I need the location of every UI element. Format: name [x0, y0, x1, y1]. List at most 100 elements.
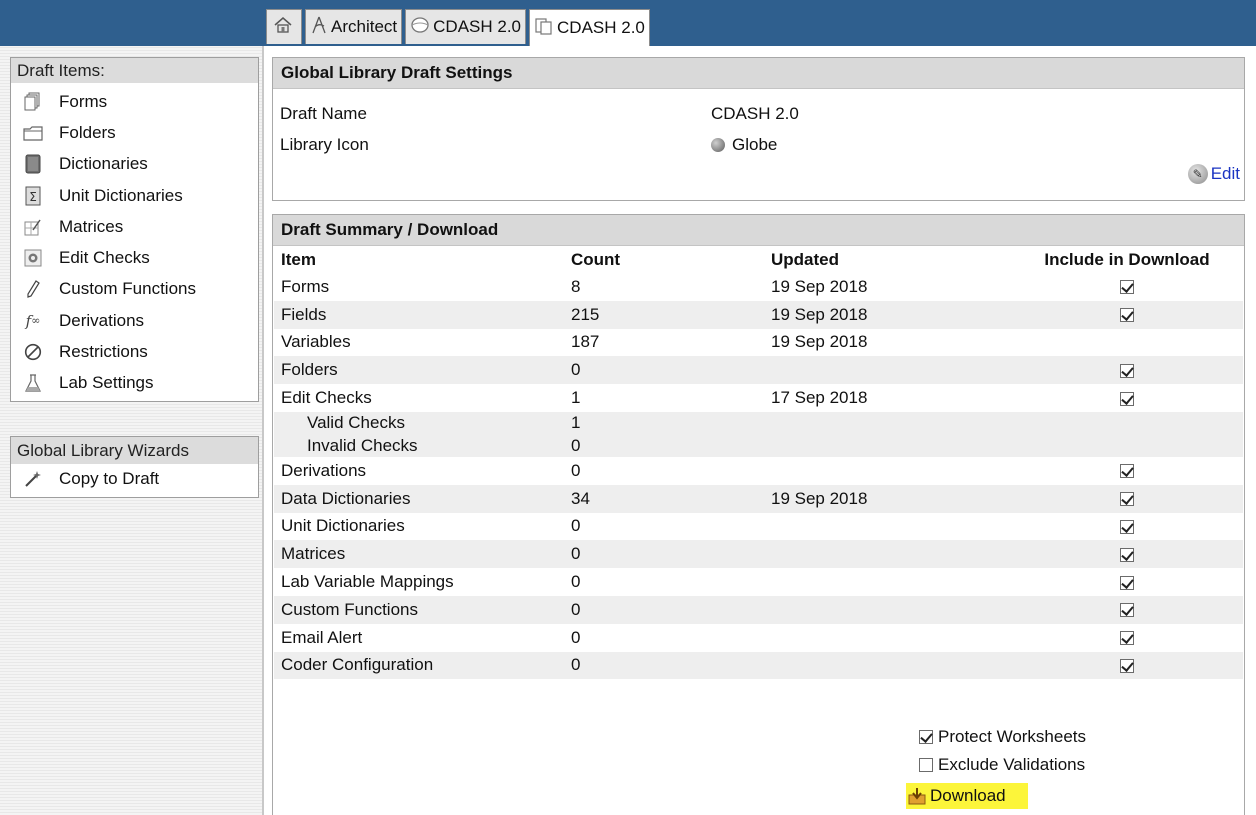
- draft-name-value: CDASH 2.0: [711, 104, 799, 123]
- tab-architect-label: Architect: [331, 17, 398, 36]
- sidebar-item-unit-dictionaries[interactable]: Σ Unit Dictionaries: [11, 180, 258, 211]
- table-cell-updated: [764, 651, 1011, 680]
- table-cell-item: Email Alert: [281, 627, 363, 647]
- function-icon: f ∞: [25, 311, 41, 330]
- svg-text:Σ: Σ: [29, 190, 37, 204]
- include-checkbox[interactable]: [1120, 547, 1134, 562]
- sidebar-item-custom-functions[interactable]: Custom Functions: [11, 274, 258, 305]
- include-checkbox[interactable]: [1120, 575, 1134, 590]
- tab-strip: Architect CDASH 2.0 CDASH 2.0: [266, 9, 653, 46]
- table-cell-count: 0: [564, 356, 764, 385]
- table-cell-count: 0: [571, 627, 581, 647]
- include-checkbox[interactable]: [1120, 363, 1134, 378]
- table-cell-item: Custom Functions: [274, 595, 564, 624]
- exclude-validations-checkbox[interactable]: [919, 758, 933, 772]
- table-row: Folders 0: [274, 356, 1243, 385]
- edit-settings-link[interactable]: ✎ Edit: [1187, 164, 1240, 184]
- library-icon-label: Library Icon: [280, 135, 369, 154]
- table-cell-include: [1011, 300, 1243, 329]
- table-cell-item: Invalid Checks: [274, 434, 564, 457]
- include-checkbox[interactable]: [1120, 603, 1134, 618]
- table-row: Custom Functions 0: [274, 595, 1243, 624]
- table-cell-include: [1011, 273, 1243, 301]
- table-cell-include: [1011, 329, 1243, 357]
- tab-draft[interactable]: CDASH 2.0: [529, 9, 650, 46]
- column-header-updated: Updated: [771, 249, 839, 269]
- draft-icon: [534, 16, 554, 41]
- draft-settings-panel: Global Library Draft Settings Draft Name…: [272, 57, 1245, 201]
- sidebar-item-lab-settings[interactable]: Lab Settings: [11, 368, 258, 399]
- table-row: Coder Configuration 0: [274, 651, 1243, 680]
- sidebar-item-forms[interactable]: Forms: [11, 86, 258, 117]
- table-cell-count: 8: [571, 276, 581, 296]
- tab-library-label: CDASH 2.0: [433, 17, 522, 36]
- column-header-include: Include in Download: [1044, 249, 1210, 269]
- download-button[interactable]: Download: [906, 783, 1028, 809]
- include-checkbox[interactable]: [1120, 391, 1134, 406]
- include-checkbox[interactable]: [1120, 631, 1134, 646]
- folder-icon: [23, 123, 43, 143]
- draft-items-panel: Draft Items: Forms Folders Dictionaries …: [10, 57, 259, 402]
- exclude-validations-label: Exclude Validations: [938, 755, 1086, 774]
- sidebar-item-copy-to-draft[interactable]: Copy to Draft: [11, 464, 258, 494]
- table-cell-include: [1011, 356, 1243, 385]
- table-cell-count: 187: [571, 332, 600, 352]
- sidebar-item-folders[interactable]: Folders: [11, 117, 258, 148]
- protect-worksheets-label: Protect Worksheets: [938, 727, 1087, 746]
- library-icon-value-wrap: Globe: [711, 135, 777, 155]
- matrix-icon: [23, 217, 43, 237]
- table-cell-item: Forms: [281, 276, 330, 296]
- sigma-icon: Σ: [23, 186, 43, 206]
- table-cell-item: Valid Checks: [274, 411, 564, 435]
- pen-icon: [23, 279, 43, 299]
- table-row: Data Dictionaries 34 19 Sep 2018: [274, 484, 1243, 513]
- protect-worksheets-option[interactable]: Protect Worksheets: [919, 727, 1086, 747]
- table-cell-updated: [764, 568, 1011, 596]
- table-row: Lab Variable Mappings 0: [274, 568, 1243, 596]
- sidebar-item-edit-checks[interactable]: Edit Checks: [11, 242, 258, 273]
- sidebar-item-label: Edit Checks: [59, 248, 150, 268]
- tab-architect[interactable]: Architect: [305, 9, 403, 44]
- table-row: Unit Dictionaries 0: [274, 513, 1243, 541]
- table-cell-item: Derivations: [281, 460, 367, 480]
- table-cell-updated: [764, 540, 1011, 569]
- summary-table-body: Forms 8 19 Sep 2018 Fields 215 19 Sep 2018 Var…: [274, 273, 1243, 680]
- sidebar-item-restrictions[interactable]: Restrictions: [11, 336, 258, 367]
- protect-worksheets-checkbox[interactable]: [919, 730, 933, 744]
- table-cell-include: [1011, 411, 1243, 435]
- include-checkbox[interactable]: [1120, 308, 1134, 323]
- table-cell-include: [1011, 513, 1243, 541]
- dictionary-icon: [23, 154, 43, 174]
- sidebar-item-matrices[interactable]: Matrices: [11, 211, 258, 242]
- tab-library[interactable]: CDASH 2.0: [405, 9, 527, 44]
- include-checkbox[interactable]: [1120, 492, 1134, 507]
- table-cell-count: 0: [564, 540, 764, 569]
- table-cell-include: [1011, 384, 1243, 412]
- table-cell-updated: 17 Sep 2018: [771, 388, 868, 408]
- include-checkbox[interactable]: [1120, 280, 1134, 295]
- sidebar-item-derivations[interactable]: f ∞ Derivations: [11, 305, 258, 336]
- table-row: Variables 187 19 Sep 2018: [274, 329, 1243, 357]
- tab-home[interactable]: [266, 9, 302, 44]
- sidebar-item-label: Custom Functions: [59, 279, 196, 299]
- include-checkbox[interactable]: [1120, 464, 1134, 479]
- globe-icon: [711, 138, 725, 152]
- table-cell-updated: [764, 356, 1011, 385]
- table-cell-include: [1011, 651, 1243, 680]
- library-icon-value: Globe: [732, 135, 778, 154]
- table-cell-include: [1011, 484, 1243, 513]
- include-checkbox[interactable]: [1120, 519, 1134, 534]
- draft-name-label: Draft Name: [280, 104, 367, 123]
- sidebar-item-label: Matrices: [59, 216, 124, 236]
- exclude-validations-option[interactable]: Exclude Validations: [919, 755, 1085, 775]
- wand-icon: [23, 469, 43, 489]
- sidebar-divider: [262, 46, 264, 815]
- include-checkbox[interactable]: [1120, 658, 1134, 673]
- gear-icon: [23, 248, 43, 268]
- table-cell-count: 215: [564, 300, 764, 329]
- table-row: Matrices 0: [274, 540, 1243, 569]
- sidebar-item-dictionaries[interactable]: Dictionaries: [11, 149, 258, 180]
- table-cell-item: Fields: [274, 300, 564, 329]
- table-cell-count: 0: [564, 651, 764, 680]
- flask-icon: [23, 373, 43, 393]
